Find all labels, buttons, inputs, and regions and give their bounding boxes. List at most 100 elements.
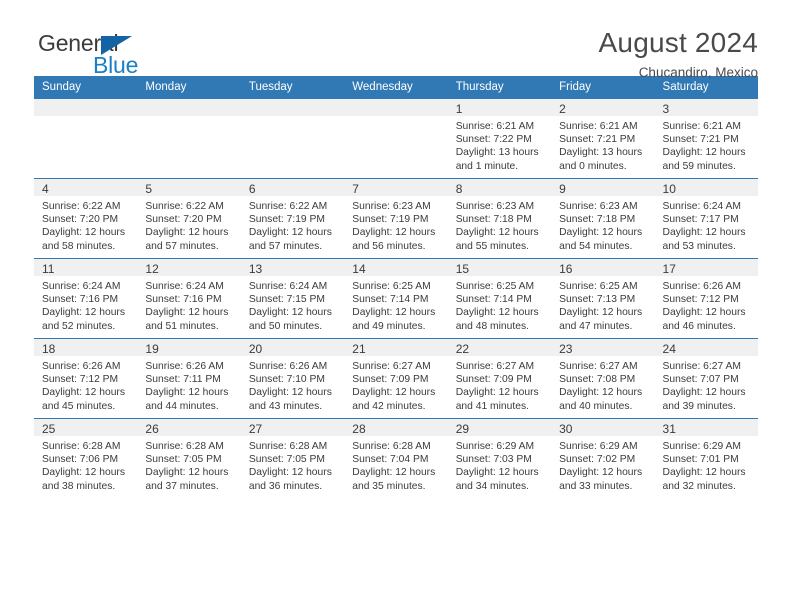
day-details: Sunrise: 6:29 AM Sunset: 7:01 PM Daylight:… [655, 436, 758, 493]
day-number: 28 [352, 422, 366, 436]
day-detail-line: Daylight: 12 hours [455, 467, 539, 479]
calendar-grid: Sunday Monday Tuesday Wednesday Thursday… [34, 76, 758, 498]
calendar-day-cell[interactable]: 1 Sunrise: 6:21 AM Sunset: 7:22 PM Daylight… [447, 98, 552, 179]
calendar-day-cell[interactable]: 26 Sunrise: 6:28 AM Sunset: 7:05 PM Dayligh… [137, 418, 241, 498]
day-details: Sunrise: 6:22 AM Sunset: 7:20 PM Daylight:… [34, 196, 137, 253]
day-details: Sunrise: 6:23 AM Sunset: 7:18 PM Daylight:… [551, 196, 654, 253]
day-number-band: 23 [551, 339, 655, 356]
day-detail-line: Sunrise: 6:23 AM [352, 201, 431, 212]
day-number: 5 [145, 182, 153, 196]
day-details: Sunrise: 6:28 AM Sunset: 7:05 PM Daylight:… [241, 436, 344, 493]
calendar-day-cell[interactable]: 6 Sunrise: 6:22 AM Sunset: 7:19 PM Daylight… [240, 178, 345, 259]
calendar-day-cell[interactable]: 7 Sunrise: 6:23 AM Sunset: 7:19 PM Daylight… [344, 178, 448, 259]
day-number: 9 [559, 182, 566, 196]
day-detail-line: Daylight: 12 hours [42, 227, 125, 239]
calendar-day-cell[interactable]: 4 Sunrise: 6:22 AM Sunset: 7:20 PM Daylight… [34, 178, 138, 259]
day-detail-line: Sunrise: 6:29 AM [455, 441, 535, 452]
day-detail-line: Daylight: 12 hours [662, 307, 746, 319]
calendar-day-cell[interactable]: 2 Sunrise: 6:21 AM Sunset: 7:21 PM Daylight… [551, 98, 655, 179]
day-details: Sunrise: 6:27 AM Sunset: 7:09 PM Daylight:… [344, 356, 447, 413]
calendar-day-cell[interactable]: 15 Sunrise: 6:25 AM Sunset: 7:14 PM Dayligh… [447, 258, 552, 339]
day-detail-line: Sunset: 7:21 PM [662, 134, 739, 146]
day-detail-line: Daylight: 12 hours [455, 227, 539, 239]
day-details: Sunrise: 6:27 AM Sunset: 7:08 PM Daylight:… [551, 356, 654, 413]
calendar-day-cell[interactable]: 11 Sunrise: 6:24 AM Sunset: 7:16 PM Dayligh… [34, 258, 138, 339]
logo-text-blue: Blue [93, 52, 139, 78]
day-number-band: 2 [551, 99, 655, 116]
calendar-day-cell[interactable]: 9 Sunrise: 6:23 AM Sunset: 7:18 PM Daylight… [551, 178, 655, 259]
day-number-band [344, 99, 448, 116]
calendar-day-cell[interactable]: 8 Sunrise: 6:23 AM Sunset: 7:18 PM Daylight… [447, 178, 552, 259]
day-detail-line: and 46 minutes. [662, 320, 736, 332]
day-detail-line: and 42 minutes. [352, 400, 426, 412]
day-detail-line: Sunrise: 6:25 AM [352, 281, 431, 292]
day-detail-line: Sunrise: 6:27 AM [662, 361, 741, 372]
day-detail-line: and 41 minutes. [455, 400, 529, 412]
day-details: Sunrise: 6:24 AM Sunset: 7:16 PM Daylight:… [137, 276, 240, 333]
day-details [137, 116, 240, 120]
general-blue-logo[interactable]: General Blue [34, 28, 174, 80]
day-detail-line: Sunrise: 6:26 AM [662, 281, 741, 292]
calendar-day-cell[interactable]: 20 Sunrise: 6:26 AM Sunset: 7:10 PM Dayligh… [240, 338, 345, 419]
day-number: 24 [662, 342, 676, 356]
day-detail-line: Daylight: 12 hours [559, 387, 643, 399]
day-detail-line: Sunset: 7:14 PM [352, 294, 429, 306]
calendar-day-cell[interactable]: 18 Sunrise: 6:26 AM Sunset: 7:12 PM Dayligh… [34, 338, 138, 419]
calendar-day-cell[interactable]: 5 Sunrise: 6:22 AM Sunset: 7:20 PM Daylight… [137, 178, 241, 259]
calendar-day-cell[interactable]: 12 Sunrise: 6:24 AM Sunset: 7:16 PM Dayligh… [137, 258, 241, 339]
day-number-band: 19 [137, 339, 241, 356]
day-number: 6 [248, 182, 256, 196]
day-detail-line: and 50 minutes. [248, 320, 323, 332]
day-detail-line: Sunrise: 6:26 AM [42, 361, 121, 372]
day-number: 11 [42, 262, 55, 276]
day-number: 4 [42, 182, 49, 196]
day-details: Sunrise: 6:28 AM Sunset: 7:05 PM Daylight:… [137, 436, 240, 493]
calendar-day-cell[interactable]: 10 Sunrise: 6:24 AM Sunset: 7:17 PM Dayligh… [654, 178, 758, 259]
calendar-day-cell[interactable]: 14 Sunrise: 6:25 AM Sunset: 7:14 PM Dayligh… [344, 258, 448, 339]
day-number: 27 [248, 422, 263, 436]
day-number: 14 [352, 262, 366, 276]
day-details: Sunrise: 6:28 AM Sunset: 7:04 PM Daylight:… [344, 436, 447, 493]
day-detail-line: Sunset: 7:22 PM [455, 134, 532, 146]
calendar-day-cell[interactable]: 16 Sunrise: 6:25 AM Sunset: 7:13 PM Dayligh… [551, 258, 655, 339]
day-details: Sunrise: 6:25 AM Sunset: 7:14 PM Daylight:… [344, 276, 447, 333]
calendar-day-cell[interactable]: 27 Sunrise: 6:28 AM Sunset: 7:05 PM Dayligh… [240, 418, 345, 498]
day-number: 12 [145, 262, 159, 276]
day-detail-line: Sunset: 7:05 PM [145, 454, 222, 466]
calendar-day-cell[interactable]: 30 Sunrise: 6:29 AM Sunset: 7:02 PM Dayligh… [551, 418, 655, 498]
calendar-day-cell[interactable]: 17 Sunrise: 6:26 AM Sunset: 7:12 PM Dayligh… [654, 258, 758, 339]
day-number: 10 [662, 182, 676, 196]
day-details: Sunrise: 6:24 AM Sunset: 7:17 PM Daylight:… [655, 196, 758, 253]
day-detail-line: Sunset: 7:06 PM [42, 454, 119, 466]
calendar-day-cell[interactable]: 31 Sunrise: 6:29 AM Sunset: 7:01 PM Dayligh… [654, 418, 758, 498]
day-detail-line: and 0 minutes. [559, 160, 627, 172]
day-number-band: 22 [447, 339, 552, 356]
calendar-day-cell[interactable]: 3 Sunrise: 6:21 AM Sunset: 7:21 PM Daylight… [654, 98, 758, 179]
day-detail-line: Sunrise: 6:29 AM [662, 441, 741, 452]
calendar-day-cell[interactable]: 25 Sunrise: 6:28 AM Sunset: 7:06 PM Dayligh… [34, 418, 138, 498]
day-number-band [137, 99, 241, 116]
calendar-day-cell[interactable]: 23 Sunrise: 6:27 AM Sunset: 7:08 PM Dayligh… [551, 338, 655, 419]
calendar-day-cell[interactable]: 21 Sunrise: 6:27 AM Sunset: 7:09 PM Dayligh… [344, 338, 448, 419]
day-number: 7 [352, 182, 359, 196]
day-details: Sunrise: 6:22 AM Sunset: 7:19 PM Daylight:… [241, 196, 344, 253]
day-number-band: 30 [551, 419, 655, 436]
day-detail-line: Daylight: 12 hours [455, 387, 539, 399]
calendar-day-cell[interactable]: 13 Sunrise: 6:24 AM Sunset: 7:15 PM Dayligh… [240, 258, 345, 339]
day-number-band: 29 [447, 419, 552, 436]
day-detail-line: Daylight: 12 hours [145, 387, 229, 399]
day-detail-line: Daylight: 12 hours [559, 467, 643, 479]
day-detail-line: and 44 minutes. [145, 400, 219, 412]
day-detail-line: Sunrise: 6:24 AM [42, 281, 121, 292]
calendar-day-cell[interactable]: 29 Sunrise: 6:29 AM Sunset: 7:03 PM Dayligh… [447, 418, 552, 498]
calendar-day-cell[interactable]: 28 Sunrise: 6:28 AM Sunset: 7:04 PM Dayligh… [344, 418, 448, 498]
day-details: Sunrise: 6:26 AM Sunset: 7:12 PM Daylight:… [655, 276, 758, 333]
calendar-day-cell[interactable]: 24 Sunrise: 6:27 AM Sunset: 7:07 PM Dayligh… [654, 338, 758, 419]
day-number-band: 7 [344, 179, 448, 196]
day-detail-line: and 35 minutes. [352, 480, 426, 492]
day-detail-line: Sunrise: 6:25 AM [559, 281, 638, 292]
calendar-day-cell[interactable]: 22 Sunrise: 6:27 AM Sunset: 7:09 PM Dayligh… [447, 338, 552, 419]
calendar-day-cell[interactable]: 19 Sunrise: 6:26 AM Sunset: 7:11 PM Dayligh… [137, 338, 241, 419]
weekday-header-tuesday: Tuesday [240, 76, 345, 99]
weekday-header-wednesday: Wednesday [344, 76, 448, 99]
